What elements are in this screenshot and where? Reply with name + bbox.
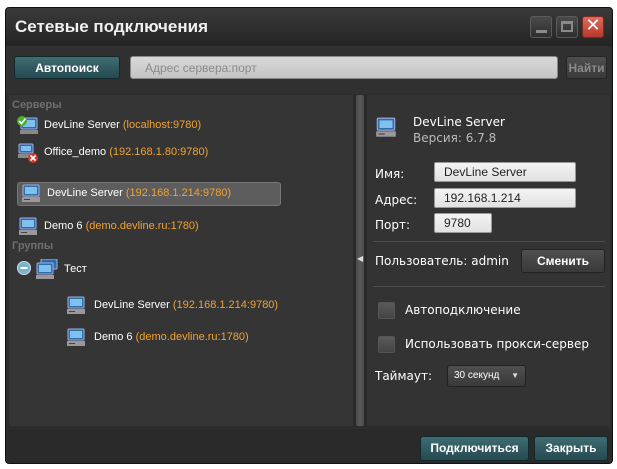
server-list-panel: Серверы DevLine Server (localhost:9780) … bbox=[9, 95, 353, 426]
autosearch-button[interactable]: Автопоиск bbox=[14, 56, 120, 79]
server-name: Demo 6 bbox=[44, 220, 83, 232]
footer: Подключиться Закрыть bbox=[6, 429, 612, 463]
port-field[interactable]: 9780 bbox=[434, 213, 492, 233]
group-server-item[interactable]: Demo 6 (demo.devline.ru:1780) bbox=[65, 326, 335, 350]
server-name: Office_demo bbox=[44, 146, 107, 158]
timeout-select[interactable]: 30 секунд ▼ bbox=[447, 365, 526, 387]
close-window-button[interactable]: ✕ bbox=[582, 15, 604, 38]
minimize-button[interactable] bbox=[530, 16, 552, 38]
close-button[interactable]: Закрыть bbox=[534, 436, 608, 461]
port-label: Порт: bbox=[375, 218, 411, 232]
toolbar: Автопоиск Найти bbox=[6, 46, 612, 94]
window-title: Сетевые подключения bbox=[15, 17, 209, 36]
timeout-value: 30 секунд bbox=[454, 370, 500, 381]
address-label: Адрес: bbox=[375, 193, 418, 207]
collapse-arrow-icon[interactable]: ◀ bbox=[357, 254, 363, 263]
change-user-button[interactable]: Сменить bbox=[521, 249, 605, 273]
proxy-label: Использовать прокси-сервер bbox=[405, 337, 589, 351]
server-name: DevLine Server bbox=[44, 119, 120, 131]
connect-button[interactable]: Подключиться bbox=[420, 436, 529, 461]
server-details-panel: DevLine Server Версия: 6.7.8 Имя: DevLin… bbox=[367, 95, 610, 426]
server-name: DevLine Server bbox=[94, 299, 170, 311]
details-server-title: DevLine Server bbox=[413, 115, 505, 129]
server-address: (192.168.1.80:9780) bbox=[109, 146, 209, 158]
proxy-checkbox[interactable] bbox=[378, 336, 395, 353]
server-address: (192.168.1.214:9780) bbox=[125, 187, 232, 199]
server-icon bbox=[67, 296, 85, 314]
panel-splitter[interactable]: ◀ bbox=[354, 95, 366, 426]
details-server-version: Версия: 6.7.8 bbox=[413, 131, 497, 145]
group-name: Тест bbox=[64, 263, 87, 275]
group-server-item[interactable]: DevLine Server (192.168.1.214:9780) bbox=[65, 294, 335, 318]
groups-section-label: Группы bbox=[12, 240, 54, 252]
close-icon: ✕ bbox=[585, 15, 601, 36]
server-icon bbox=[19, 217, 37, 235]
title-bar: Сетевые подключения ✕ bbox=[6, 8, 612, 46]
server-name: DevLine Server bbox=[47, 187, 123, 199]
server-address: (localhost:9780) bbox=[122, 119, 202, 131]
divider bbox=[373, 286, 605, 287]
user-label: Пользователь: admin bbox=[375, 254, 509, 268]
server-connected-icon bbox=[17, 116, 38, 134]
autoconnect-checkbox[interactable] bbox=[378, 302, 395, 319]
server-address: (demo.devline.ru:1780) bbox=[85, 220, 199, 232]
maximize-button[interactable] bbox=[556, 16, 578, 38]
server-group-icon bbox=[36, 259, 58, 279]
chevron-down-icon: ▼ bbox=[511, 371, 519, 380]
server-list-item[interactable]: DevLine Server (localhost:9780) bbox=[17, 114, 277, 138]
collapse-icon[interactable] bbox=[17, 261, 31, 275]
server-error-icon bbox=[18, 143, 38, 163]
minimize-icon bbox=[536, 30, 547, 33]
timeout-label: Таймаут: bbox=[375, 369, 433, 383]
server-icon bbox=[22, 184, 40, 202]
name-label: Имя: bbox=[375, 167, 405, 181]
autoconnect-label: Автоподключение bbox=[405, 303, 521, 317]
servers-section-label: Серверы bbox=[12, 99, 62, 111]
server-icon bbox=[67, 328, 85, 346]
server-address-input[interactable] bbox=[130, 56, 558, 79]
server-list-item-selected[interactable]: DevLine Server (192.168.1.214:9780) bbox=[17, 182, 281, 206]
address-field[interactable]: 192.168.1.214 bbox=[434, 188, 576, 208]
name-field[interactable]: DevLine Server bbox=[434, 162, 576, 182]
server-icon bbox=[376, 117, 396, 137]
server-list-item[interactable]: Demo 6 (demo.devline.ru:1780) bbox=[17, 215, 277, 239]
divider bbox=[373, 241, 605, 242]
server-address: (demo.devline.ru:1780) bbox=[135, 331, 249, 343]
server-name: Demo 6 bbox=[94, 331, 133, 343]
maximize-icon bbox=[561, 21, 573, 32]
server-list-item[interactable]: Office_demo (192.168.1.80:9780) bbox=[17, 141, 277, 165]
network-connections-window: Сетевые подключения ✕ Автопоиск Найти Се… bbox=[5, 7, 613, 464]
find-button[interactable]: Найти bbox=[566, 56, 607, 79]
group-item-test[interactable]: Тест bbox=[17, 257, 217, 281]
server-address: (192.168.1.214:9780) bbox=[172, 299, 279, 311]
